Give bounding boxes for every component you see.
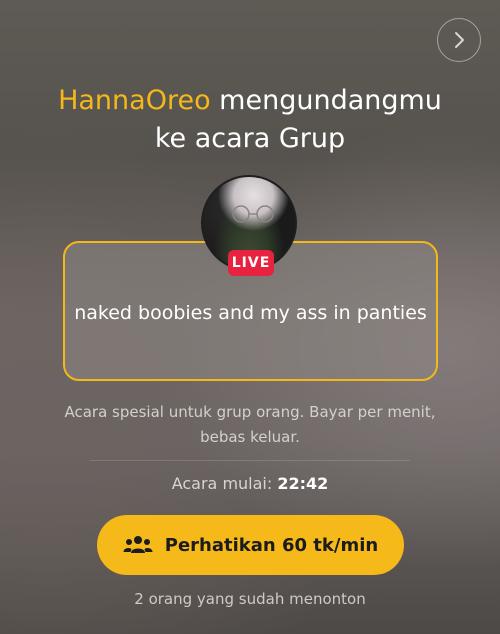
host-name[interactable]: HannaOreo	[58, 85, 211, 116]
watch-button[interactable]: Perhatikan 60 tk/min	[97, 515, 404, 575]
next-button[interactable]	[437, 18, 481, 62]
headline-line2: ke acara Grup	[154, 123, 346, 154]
group-icon	[123, 536, 153, 553]
invite-headline: HannaOreo mengundangmu ke acara Grup	[0, 82, 500, 158]
chevron-right-icon	[455, 32, 464, 48]
avatar-image	[232, 205, 274, 223]
event-title: naked boobies and my ass in panties	[74, 302, 427, 324]
live-badge: LIVE	[228, 250, 274, 276]
headline-line1: mengundangmu	[210, 85, 442, 116]
start-time-row: Acara mulai: 22:42	[0, 474, 500, 493]
start-label: Acara mulai:	[171, 474, 278, 493]
divider	[90, 460, 410, 461]
group-invite-screen: HannaOreo mengundangmu ke acara Grup LIV…	[0, 0, 500, 634]
start-time: 22:42	[277, 474, 329, 493]
viewer-count: 2 orang yang sudah menonton	[134, 590, 366, 608]
watch-button-label: Perhatikan 60 tk/min	[164, 534, 379, 556]
event-description: Acara spesial untuk grup orang. Bayar pe…	[64, 403, 436, 446]
